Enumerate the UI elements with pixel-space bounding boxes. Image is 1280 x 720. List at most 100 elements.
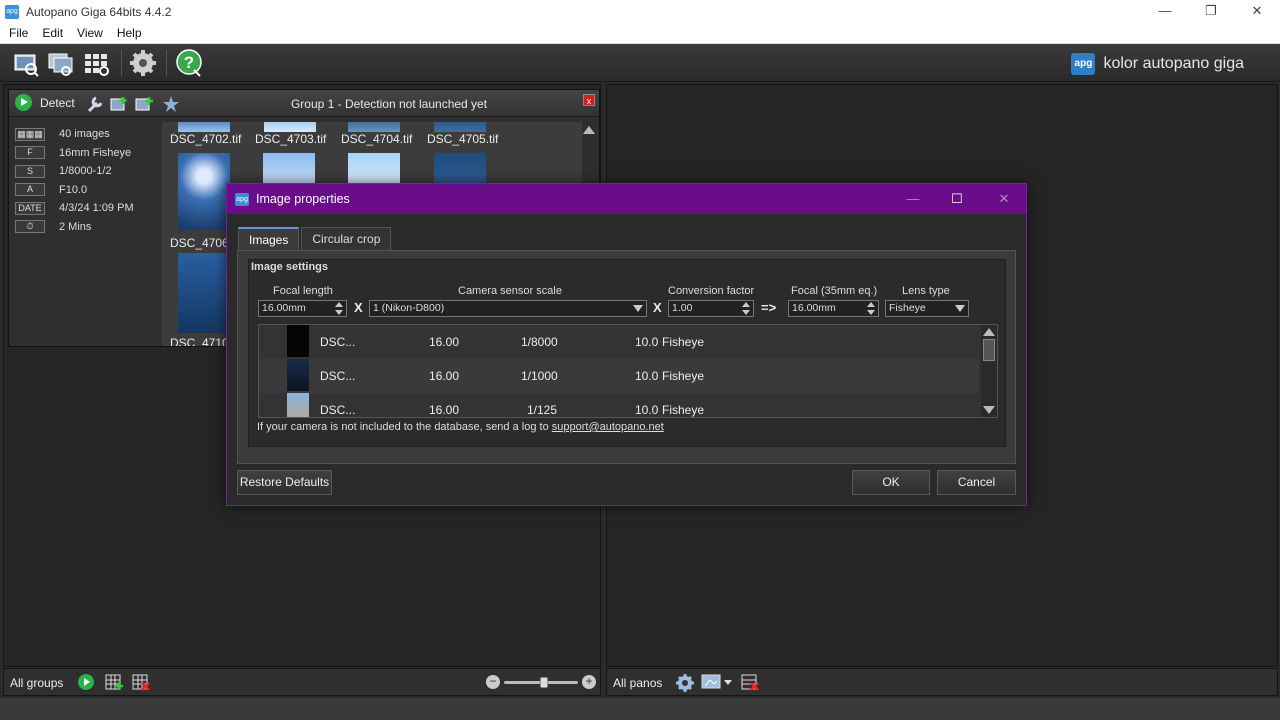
- zoom-handle[interactable]: [540, 677, 548, 688]
- support-email-link[interactable]: support@autopano.net: [552, 421, 664, 433]
- menu-edit[interactable]: Edit: [35, 26, 70, 40]
- detect-label: Detect: [40, 95, 75, 110]
- stitch-icon[interactable]: [162, 95, 180, 113]
- row-thumbnail: [287, 393, 309, 417]
- dialog-titlebar: apg Image properties — ☐ ✕: [227, 184, 1026, 214]
- svg-text:?: ?: [184, 53, 194, 72]
- all-groups-label: All groups: [10, 676, 64, 690]
- gear-icon[interactable]: [675, 673, 695, 693]
- grid-view-button[interactable]: [81, 48, 111, 78]
- thumbnail[interactable]: DSC_4705.tif: [417, 122, 498, 146]
- import-images-icon: [48, 53, 73, 76]
- table-row[interactable]: DSC... 16.00 1/8000 10.0 Fisheye: [259, 325, 979, 359]
- scroll-up-icon[interactable]: [583, 126, 595, 134]
- scroll-thumb[interactable]: [983, 339, 995, 361]
- prop-value: 1/8000-1/2: [59, 165, 112, 178]
- dialog-maximize-button[interactable]: ☐: [947, 189, 967, 209]
- prop-date: DATE 4/3/24 1:09 PM: [15, 199, 134, 218]
- images-table: DSC... 16.00 1/8000 10.0 Fisheye DSC... …: [258, 324, 998, 418]
- focal-badge: F: [15, 146, 45, 160]
- ok-button[interactable]: OK: [852, 470, 930, 495]
- spin-arrows-icon[interactable]: [742, 302, 751, 315]
- focal-length-spinbox[interactable]: 16.00mm: [258, 300, 347, 317]
- detect-button[interactable]: Detect: [15, 94, 75, 111]
- sensor-scale-combobox[interactable]: 1 (Nikon-D800): [369, 300, 647, 317]
- bottom-strip: [0, 698, 1280, 720]
- spin-arrows-icon[interactable]: [867, 302, 876, 315]
- header-focal-length: Focal length: [273, 285, 333, 297]
- scroll-up-icon[interactable]: [983, 328, 995, 336]
- brand-logo: apg kolor autopano giga: [1071, 53, 1244, 75]
- lens-type-combobox[interactable]: Fisheye: [885, 300, 969, 317]
- table-scrollbar[interactable]: [981, 325, 997, 417]
- zoom-in-icon[interactable]: +: [582, 675, 596, 689]
- row-thumbnail: [287, 359, 309, 391]
- focal35-value: 16.00mm: [792, 302, 836, 314]
- tab-circular-crop[interactable]: Circular crop: [301, 227, 392, 250]
- table-row[interactable]: DSC... 16.00 1/125 10.0 Fisheye: [259, 393, 979, 417]
- dialog-minimize-button[interactable]: —: [903, 189, 923, 209]
- chevron-down-icon: [955, 305, 965, 312]
- all-panos-label: All panos: [613, 676, 663, 690]
- menu-view[interactable]: View: [70, 26, 110, 40]
- thumbnail[interactable]: DSC_4703.tif: [247, 122, 326, 146]
- cell-lens: Fisheye: [662, 403, 705, 417]
- cell-aperture: 10.0: [635, 335, 659, 349]
- menu-help[interactable]: Help: [110, 26, 149, 40]
- equals-arrow: =>: [761, 300, 777, 315]
- sensor-scale-value: 1 (Nikon-D800): [373, 302, 445, 314]
- prop-value: 2 Mins: [59, 220, 92, 233]
- add-group-icon[interactable]: [135, 95, 153, 113]
- import-button[interactable]: [46, 48, 76, 78]
- remove-pano-icon[interactable]: [740, 672, 760, 692]
- cell-focal: 16.00: [429, 369, 460, 383]
- thumbnail[interactable]: DSC_4702.tif: [162, 122, 241, 146]
- spin-arrows-icon[interactable]: [335, 302, 344, 315]
- render-dropdown-icon[interactable]: [701, 673, 735, 691]
- dialog-close-button[interactable]: ✕: [994, 189, 1014, 209]
- open-images-button[interactable]: [11, 48, 41, 78]
- wrench-icon[interactable]: [86, 95, 104, 113]
- lens-type-value: Fisheye: [889, 302, 926, 314]
- restore-defaults-button[interactable]: Restore Defaults: [237, 470, 332, 495]
- close-button[interactable]: ✕: [1234, 0, 1280, 23]
- add-group-icon[interactable]: [104, 672, 124, 692]
- grid-icon: [85, 54, 109, 76]
- help-button[interactable]: ?: [174, 48, 204, 78]
- clock-icon: ⏱: [15, 220, 45, 234]
- zoom-slider[interactable]: − +: [486, 675, 596, 691]
- conversion-spinbox[interactable]: 1.00: [668, 300, 754, 317]
- tab-images[interactable]: Images: [238, 227, 300, 250]
- prop-value: 4/3/24 1:09 PM: [59, 202, 134, 215]
- cancel-button[interactable]: Cancel: [937, 470, 1016, 495]
- maximize-button[interactable]: ❐: [1188, 0, 1234, 23]
- header-sensor-scale: Camera sensor scale: [458, 285, 562, 297]
- scroll-down-icon[interactable]: [983, 406, 995, 414]
- help-icon: ?: [176, 49, 202, 77]
- window-titlebar: apg Autopano Giga 64bits 4.4.2 — ❐ ✕: [0, 0, 1280, 23]
- zoom-out-icon[interactable]: −: [486, 675, 500, 689]
- main-toolbar: ? apg kolor autopano giga: [0, 44, 1280, 82]
- groups-statusbar: All groups − +: [3, 668, 601, 696]
- minimize-button[interactable]: —: [1142, 0, 1188, 23]
- thumbnail-image: [178, 153, 230, 230]
- prop-aperture: A F10.0: [15, 181, 134, 200]
- app-icon: apg: [235, 193, 249, 206]
- app-icon: apg: [5, 4, 19, 19]
- group-close-icon[interactable]: x: [583, 94, 595, 106]
- cell-name: DSC...: [320, 403, 356, 417]
- settings-button[interactable]: [128, 48, 158, 78]
- dialog-title: Image properties: [256, 192, 350, 206]
- remove-group-icon[interactable]: [131, 672, 151, 692]
- thumbnail[interactable]: DSC_4704.tif: [332, 122, 412, 146]
- note-text: If your camera is not included to the da…: [257, 421, 552, 433]
- focal35-spinbox[interactable]: 16.00mm: [788, 300, 879, 317]
- menu-file[interactable]: File: [0, 26, 35, 40]
- section-title: Image settings: [251, 261, 329, 273]
- multiply-sign: X: [354, 300, 363, 315]
- apg-logo-icon: apg: [1071, 53, 1096, 75]
- cell-lens: Fisheye: [662, 369, 705, 383]
- table-row[interactable]: DSC... 16.00 1/1000 10.0 Fisheye: [259, 359, 979, 393]
- add-images-icon[interactable]: [110, 95, 128, 113]
- detect-all-icon[interactable]: [77, 673, 95, 691]
